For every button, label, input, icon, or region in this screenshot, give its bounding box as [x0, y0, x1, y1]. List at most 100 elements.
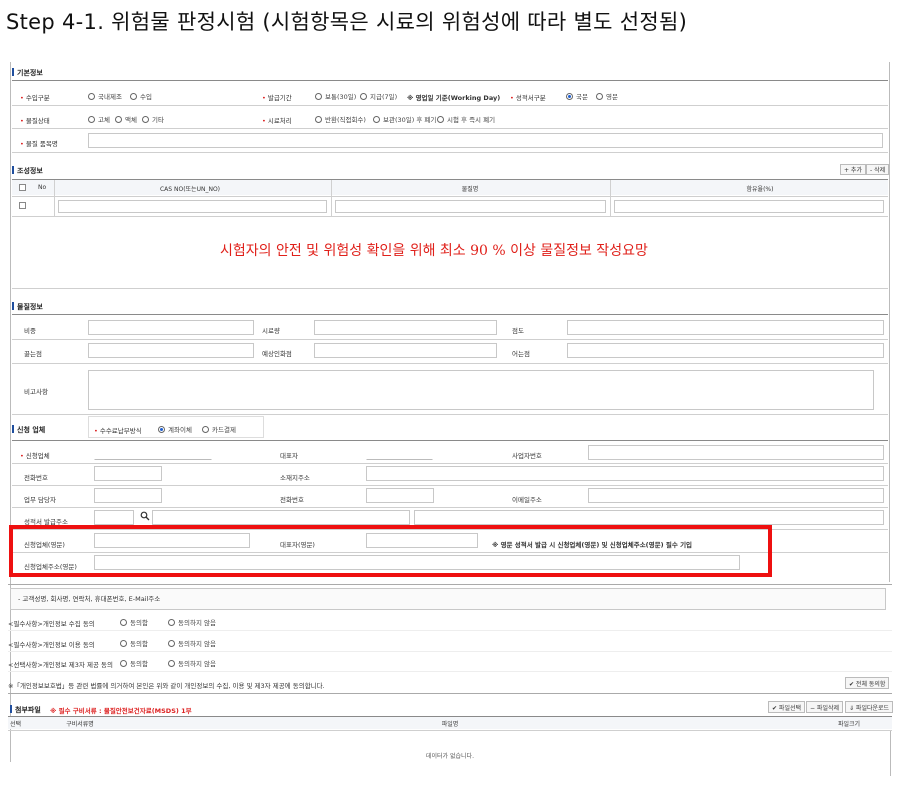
divider — [12, 80, 888, 81]
email-input[interactable] — [588, 488, 884, 503]
cert-english-radio[interactable]: 영문 — [596, 91, 618, 101]
product-name-input[interactable] — [88, 133, 883, 148]
specific-gravity-label: 비중 — [24, 327, 36, 335]
sample-amount-input[interactable] — [314, 320, 497, 335]
consent-collect-label: <필수사항>개인정보 수집 동의 — [8, 620, 95, 628]
ceo-label: 대표자 — [280, 452, 298, 460]
column-file-size: 파일크기 — [838, 721, 861, 728]
manager-label: 업무 담당자 — [24, 496, 56, 504]
working-day-note: ※ 영업일 기준(Working Day) — [407, 94, 501, 102]
cas-input[interactable] — [58, 200, 327, 213]
issue-normal-radio[interactable]: 보통(30일) — [315, 91, 356, 101]
column-divider — [54, 180, 55, 216]
divider — [12, 128, 888, 129]
column-cas: CAS NO(또는UN_NO) — [159, 186, 221, 193]
manager-input[interactable] — [94, 488, 162, 503]
viscosity-label: 점도 — [512, 327, 524, 335]
freezing-point-input[interactable] — [567, 343, 884, 358]
biz-number-input[interactable] — [588, 445, 884, 460]
specific-gravity-input[interactable] — [88, 320, 254, 335]
search-icon[interactable] — [140, 511, 150, 521]
product-name-label: • 물질 품목명 — [20, 140, 58, 148]
column-file-name: 파일명 — [441, 721, 459, 728]
consent-collect-disagree[interactable]: 동의하지 않음 — [168, 617, 216, 627]
column-divider — [331, 180, 332, 216]
company-input[interactable] — [94, 445, 212, 460]
remark-label: 비고사항 — [24, 388, 48, 396]
column-content: 함유율(%) — [746, 186, 774, 193]
divider — [12, 339, 888, 340]
payment-method-label: • 수수료납부방식 — [94, 427, 142, 435]
divider — [12, 216, 888, 217]
state-solid-radio[interactable]: 고체 — [88, 114, 110, 124]
substance-input[interactable] — [335, 200, 606, 213]
consent-third-disagree[interactable]: 동의하지 않음 — [168, 658, 216, 668]
file-select-button[interactable]: ✔ 파일선택 — [768, 701, 806, 713]
divider — [12, 414, 888, 415]
divider — [12, 152, 888, 153]
flash-point-label: 예상인화점 — [262, 350, 292, 358]
email-label: 이메일주소 — [512, 496, 542, 504]
payment-card-radio[interactable]: 카드결제 — [202, 424, 236, 434]
phone-input[interactable] — [94, 466, 162, 481]
attachment-section-title: 첨부파일 — [10, 705, 41, 715]
remark-textarea[interactable] — [88, 370, 874, 410]
flash-point-input[interactable] — [314, 343, 497, 358]
cert-type-label: • 성적서구분 — [510, 94, 546, 102]
divider — [8, 630, 892, 631]
address-input[interactable] — [366, 466, 884, 481]
row-checkbox[interactable] — [19, 202, 26, 209]
frame-left-border — [10, 62, 11, 762]
select-all-checkbox[interactable] — [19, 184, 26, 191]
receipt-type-label: • 수입구분 — [20, 94, 50, 102]
delete-row-button[interactable]: - 삭제 — [866, 164, 890, 175]
empty-data-text: 데이터가 없습니다. — [426, 753, 474, 760]
mail-address-input[interactable] — [152, 510, 410, 525]
add-row-button[interactable]: + 추가 — [840, 164, 866, 175]
divider — [8, 730, 892, 731]
handling-dispose-radio[interactable]: 시험 후 즉시 폐기 — [437, 114, 495, 124]
handling-return-radio[interactable]: 반환(직접회수) — [315, 114, 366, 124]
agree-all-button[interactable]: ✔ 전체 동의함 — [845, 677, 890, 689]
divider — [12, 485, 888, 486]
consent-third-agree[interactable]: 동의함 — [120, 658, 148, 668]
applicant-section-title: 신청 업체 — [12, 425, 45, 435]
divider — [8, 651, 892, 652]
scrollbar[interactable] — [890, 731, 891, 776]
divider — [12, 105, 888, 106]
consent-collect-agree[interactable]: 동의함 — [120, 617, 148, 627]
viscosity-input[interactable] — [567, 320, 884, 335]
sample-amount-label: 시료량 — [262, 327, 280, 335]
privacy-law-text: ※「개인정보보호법」등 관련 법률에 의거하여 본인은 위와 같이 개인정보의 … — [8, 682, 325, 690]
divider — [8, 671, 892, 672]
issue-urgent-radio[interactable]: 지급(7일) — [360, 91, 397, 101]
zipcode-input[interactable] — [94, 510, 134, 525]
divider — [12, 440, 888, 441]
receipt-import-radio[interactable]: 수입 — [130, 91, 152, 101]
divider — [8, 693, 892, 694]
column-divider — [610, 180, 611, 216]
company-label: • 신청업체 — [20, 452, 50, 460]
mail-address-detail-input[interactable] — [414, 510, 884, 525]
column-no: No — [38, 184, 47, 191]
state-liquid-radio[interactable]: 액체 — [115, 114, 137, 124]
tel-input[interactable] — [366, 488, 434, 503]
composition-warning-note: 시험자의 안전 및 위험성 확인을 위해 최소 90 % 이상 물질정보 작성요… — [220, 243, 648, 259]
state-other-radio[interactable]: 기타 — [142, 114, 164, 124]
column-substance: 물질명 — [461, 186, 479, 193]
boiling-point-input[interactable] — [88, 343, 254, 358]
payment-transfer-radio[interactable]: 계좌이체 — [158, 424, 192, 434]
divider — [12, 363, 888, 364]
consent-use-agree[interactable]: 동의함 — [120, 638, 148, 648]
ceo-input[interactable] — [366, 445, 433, 460]
cert-korean-radio[interactable]: 국문 — [566, 91, 588, 101]
composition-section-title: 조성정보 — [12, 166, 43, 176]
frame-right-border — [889, 62, 890, 582]
consent-use-disagree[interactable]: 동의하지 않음 — [168, 638, 216, 648]
file-download-button[interactable]: ⇓ 파일다운로드 — [845, 701, 894, 713]
file-delete-button[interactable]: − 파일삭제 — [806, 701, 844, 713]
handling-keep-radio[interactable]: 보관(30일) 후 폐기 — [373, 114, 436, 124]
receipt-domestic-radio[interactable]: 국내제조 — [88, 91, 122, 101]
consent-use-label: <필수사항>개인정보 이용 동의 — [8, 641, 95, 649]
content-input[interactable] — [614, 200, 884, 213]
